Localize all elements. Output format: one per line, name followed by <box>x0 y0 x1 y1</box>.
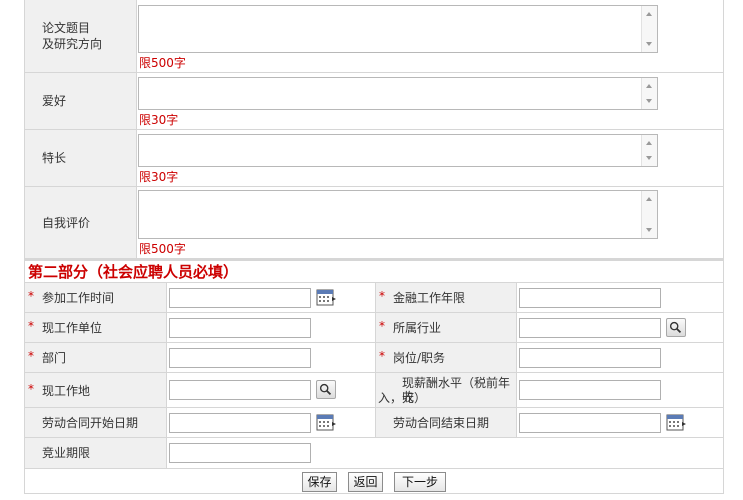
scroll-up-icon[interactable] <box>646 12 652 16</box>
scroll-down-icon[interactable] <box>646 228 652 232</box>
non-compete-label: 竞业期限 <box>42 446 91 460</box>
button-bar: 保存 返回 下一步 <box>25 468 723 494</box>
hobby-label-cell: 爱好 <box>25 73 137 129</box>
search-icon <box>319 383 332 396</box>
section2-heading: 第二部分（社会应聘人员必填） <box>25 259 723 283</box>
section2-title: 第二部分（社会应聘人员必填） <box>28 263 239 281</box>
label-cell: * 金融工作年限 <box>375 283 517 312</box>
required-mark: * <box>28 382 34 396</box>
thesis-label-line2: 及研究方向 <box>42 37 103 51</box>
scrollbar[interactable] <box>641 6 657 52</box>
calendar-icon[interactable] <box>316 289 336 307</box>
label-cell: 现薪酬水平（税前年收 入，元） <box>375 373 517 407</box>
label-cell: * 岗位/职务 <box>375 343 517 372</box>
industry-label: 所属行业 <box>393 321 442 335</box>
hobby-textarea[interactable] <box>138 77 658 110</box>
self-eval-textarea[interactable] <box>138 190 658 239</box>
label-cell: 竞业期限 <box>25 438 167 468</box>
required-mark: * <box>379 289 385 303</box>
position-label: 岗位/职务 <box>393 351 446 365</box>
form-frame: 论文题目 及研究方向 限500字 爱好 限30字 特长 限30字 自我评价 限5… <box>24 0 724 494</box>
label-cell: * 部门 <box>25 343 167 372</box>
hobby-limit: 限30字 <box>139 113 179 127</box>
calendar-icon[interactable] <box>316 414 336 432</box>
form-row-4: * 现工作地 现薪酬水平（税前年收 入，元） <box>25 373 723 408</box>
specialty-label-cell: 特长 <box>25 130 137 186</box>
contract-start-label: 劳动合同开始日期 <box>42 416 139 430</box>
label-cell: * 所属行业 <box>375 313 517 342</box>
required-mark: * <box>379 319 385 333</box>
required-mark: * <box>28 349 34 363</box>
back-button[interactable]: 返回 <box>348 472 383 492</box>
start-work-time-input[interactable] <box>169 288 311 308</box>
specialty-limit: 限30字 <box>139 170 179 184</box>
specialty-textarea[interactable] <box>138 134 658 167</box>
self-eval-limit: 限500字 <box>139 242 186 256</box>
work-location-input[interactable] <box>169 380 311 400</box>
label-cell: * 现工作地 <box>25 373 167 407</box>
form-row-6: 竞业期限 <box>25 438 723 468</box>
hobby-label: 爱好 <box>42 94 67 108</box>
scroll-up-icon[interactable] <box>646 84 652 88</box>
contract-end-input[interactable] <box>519 413 661 433</box>
required-mark: * <box>28 319 34 333</box>
scroll-up-icon[interactable] <box>646 197 652 201</box>
self-eval-row: 自我评价 限500字 <box>25 187 723 259</box>
form-row-5: 劳动合同开始日期 劳动合同结束日期 <box>25 408 723 438</box>
calendar-icon[interactable] <box>666 414 686 432</box>
salary-input[interactable] <box>519 380 661 400</box>
scrollbar[interactable] <box>641 78 657 109</box>
department-label: 部门 <box>42 351 67 365</box>
department-input[interactable] <box>169 348 311 368</box>
self-eval-label-cell: 自我评价 <box>25 187 137 258</box>
scrollbar[interactable] <box>641 135 657 166</box>
scroll-down-icon[interactable] <box>646 156 652 160</box>
form-row-2: * 现工作单位 * 所属行业 <box>25 313 723 343</box>
contract-end-label: 劳动合同结束日期 <box>393 416 490 430</box>
form-row-3: * 部门 * 岗位/职务 <box>25 343 723 373</box>
scrollbar[interactable] <box>641 191 657 238</box>
next-button[interactable]: 下一步 <box>394 472 446 492</box>
thesis-label-cell: 论文题目 及研究方向 <box>25 0 137 72</box>
work-location-label: 现工作地 <box>42 384 91 398</box>
industry-search-button[interactable] <box>666 318 686 337</box>
finance-years-input[interactable] <box>519 288 661 308</box>
label-cell: 劳动合同开始日期 <box>25 408 167 437</box>
specialty-row: 特长 限30字 <box>25 130 723 187</box>
thesis-textarea[interactable] <box>138 5 658 53</box>
label-cell: 劳动合同结束日期 <box>375 408 517 437</box>
position-input[interactable] <box>519 348 661 368</box>
scroll-down-icon[interactable] <box>646 42 652 46</box>
start-work-time-label: 参加工作时间 <box>42 291 115 305</box>
current-employer-label: 现工作单位 <box>42 321 103 335</box>
label-cell: * 参加工作时间 <box>25 283 167 312</box>
scroll-down-icon[interactable] <box>646 99 652 103</box>
non-compete-input[interactable] <box>169 443 311 463</box>
specialty-label: 特长 <box>42 151 67 165</box>
current-employer-input[interactable] <box>169 318 311 338</box>
save-button[interactable]: 保存 <box>302 472 337 492</box>
salary-label-line2: 入，元） <box>378 391 427 405</box>
label-cell: * 现工作单位 <box>25 313 167 342</box>
self-eval-label: 自我评价 <box>42 216 91 230</box>
search-icon <box>669 321 682 334</box>
required-mark: * <box>379 349 385 363</box>
thesis-label: 论文题目 <box>42 21 91 35</box>
scroll-up-icon[interactable] <box>646 141 652 145</box>
work-location-search-button[interactable] <box>316 380 336 399</box>
thesis-row: 论文题目 及研究方向 限500字 <box>25 0 723 73</box>
required-mark: * <box>28 289 34 303</box>
hobby-row: 爱好 限30字 <box>25 73 723 130</box>
form-row-1: * 参加工作时间 * 金融工作年限 <box>25 283 723 313</box>
industry-input[interactable] <box>519 318 661 338</box>
contract-start-input[interactable] <box>169 413 311 433</box>
finance-years-label: 金融工作年限 <box>393 291 466 305</box>
thesis-limit: 限500字 <box>139 56 186 70</box>
